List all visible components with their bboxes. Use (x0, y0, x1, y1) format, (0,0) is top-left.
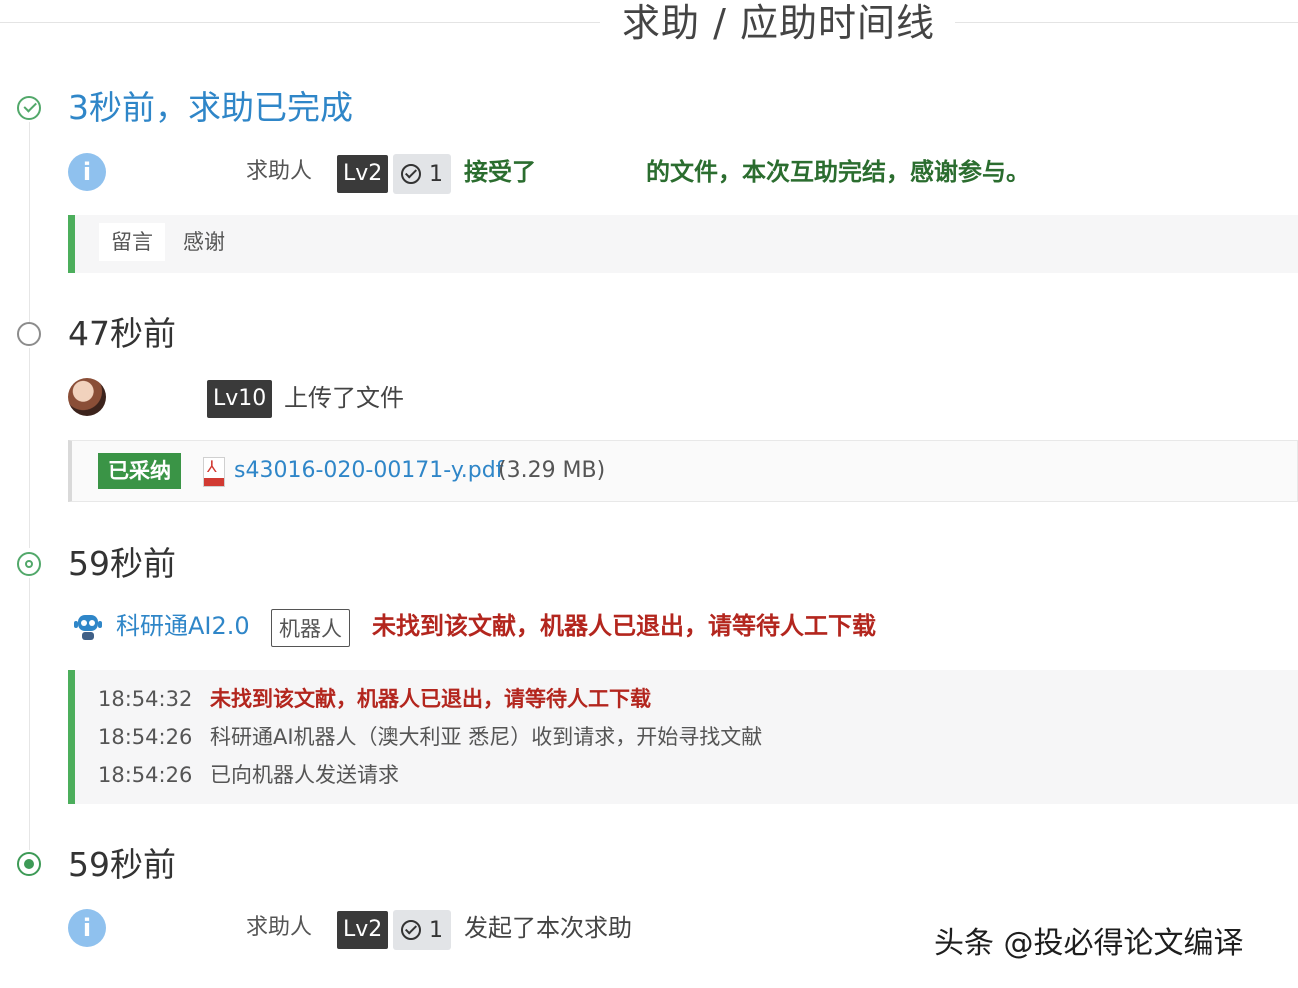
info-avatar-icon: i (68, 909, 106, 947)
event-time: 3秒前，求助已完成 (68, 88, 353, 127)
requester-role: 求助人 (246, 915, 313, 940)
log-entry: 18:54:32 未找到该文献，机器人已退出，请等待人工下载 (98, 684, 651, 714)
verified-badge: 1 (393, 910, 451, 950)
verified-count: 1 (429, 161, 443, 187)
log-time: 18:54:32 (98, 687, 193, 711)
file-box: 已采纳 s43016-020-00171-y.pdf (3.29 MB) (68, 440, 1298, 502)
active-dot-icon (17, 852, 41, 876)
level-badge: Lv2 (337, 911, 389, 949)
leave-message-button[interactable]: 留言 (99, 223, 165, 261)
bot-message: 未找到该文献，机器人已退出，请等待人工下载 (372, 612, 876, 640)
pdf-file-icon (203, 457, 225, 487)
info-avatar-icon: i (68, 153, 106, 191)
file-download-link[interactable]: s43016-020-00171-y.pdf (234, 453, 503, 489)
accept-action-text: 接受了 (464, 158, 536, 186)
log-text: 科研通AI机器人（澳大利亚 悉尼）收到请求，开始寻找文献 (210, 725, 763, 749)
completion-message: 的文件，本次互助完结，感谢参与。 (646, 158, 1030, 186)
timeline-connector (29, 348, 30, 548)
log-time: 18:54:26 (98, 763, 193, 787)
robot-icon (74, 615, 102, 640)
header-divider-right (955, 22, 1298, 23)
log-entry: 18:54:26 已向机器人发送请求 (98, 760, 399, 790)
timeline-header: 求助 / 应助时间线 (0, 0, 1298, 46)
timeline-connector (29, 122, 30, 322)
watermark: 头条 @投必得论文编译 (934, 926, 1244, 961)
adopted-badge: 已采纳 (98, 453, 181, 489)
processing-signal-icon (17, 552, 41, 576)
level-badge: Lv10 (207, 380, 273, 418)
check-circle-icon (401, 164, 421, 184)
log-text: 未找到该文献，机器人已退出，请等待人工下载 (210, 687, 651, 711)
level-badge: Lv2 (337, 155, 389, 193)
upload-action-text: 上传了文件 (284, 384, 404, 412)
log-time: 18:54:26 (98, 725, 193, 749)
verified-count: 1 (429, 917, 443, 943)
user-photo-avatar (68, 378, 106, 416)
bot-name-link[interactable]: 科研通AI2.0 (116, 604, 250, 648)
log-entry: 18:54:26 科研通AI机器人（澳大利亚 悉尼）收到请求，开始寻找文献 (98, 722, 762, 752)
check-circle-icon (401, 920, 421, 940)
requester-role: 求助人 (246, 159, 313, 184)
pending-circle-icon (17, 322, 41, 346)
header-divider-left (0, 22, 600, 23)
thank-button[interactable]: 感谢 (183, 223, 225, 261)
requester-avatar[interactable]: i (68, 906, 106, 950)
uploader-avatar[interactable] (68, 375, 106, 419)
request-action-text: 发起了本次求助 (464, 914, 632, 942)
page-title: 求助 / 应助时间线 (622, 1, 935, 45)
bot-tag: 机器人 (271, 609, 350, 647)
file-size: (3.29 MB) (498, 458, 606, 483)
verified-badge: 1 (393, 154, 451, 194)
event-time: 59秒前 (68, 845, 176, 884)
requester-avatar[interactable]: i (68, 150, 106, 194)
feedback-box: 留言 感谢 (68, 215, 1298, 273)
timeline-connector (29, 578, 30, 850)
event-time: 59秒前 (68, 544, 176, 583)
event-time: 47秒前 (68, 314, 176, 353)
log-text: 已向机器人发送请求 (210, 763, 399, 787)
completed-check-icon (17, 96, 41, 120)
